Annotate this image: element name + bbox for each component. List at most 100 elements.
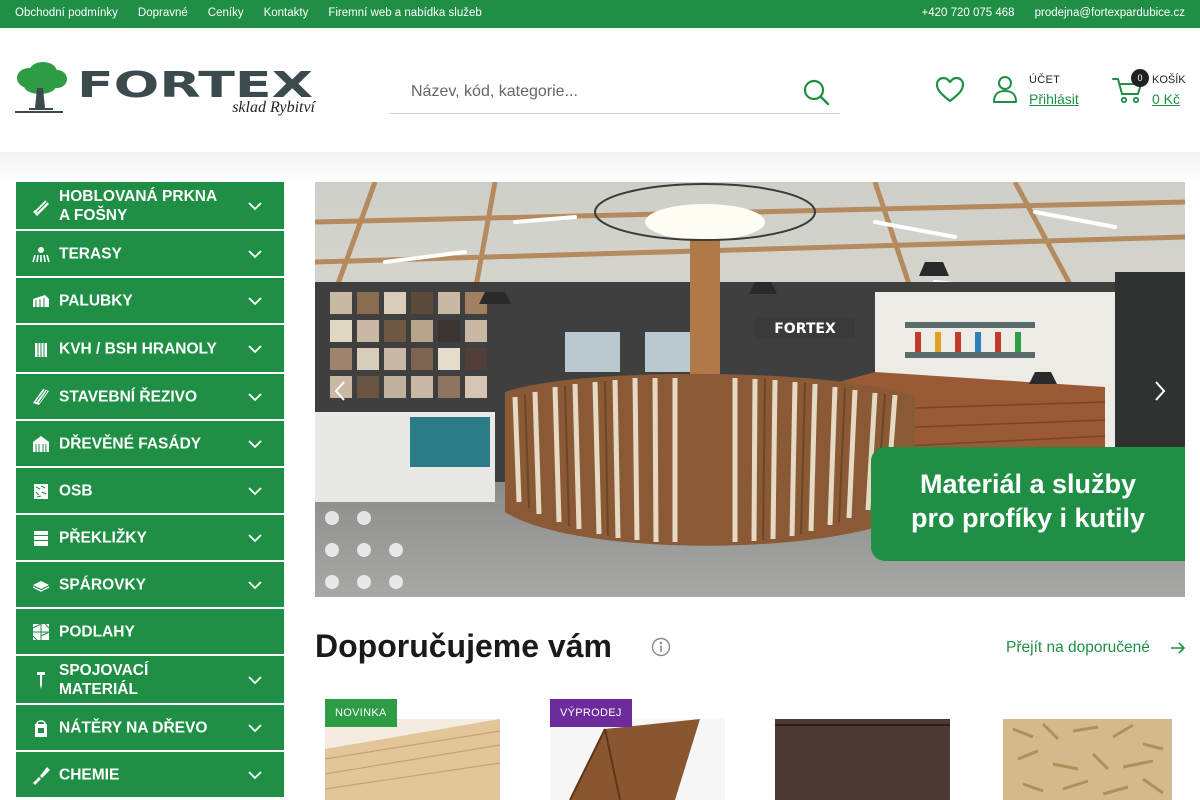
category-label: PALUBKY <box>59 292 133 309</box>
beams-icon <box>35 342 47 357</box>
screw-icon <box>37 671 45 689</box>
category-sidebar: HOBLOVANÁ PRKNA A FOŠNY TERASY PALUBKY K… <box>16 182 284 799</box>
boards-icon <box>33 294 49 307</box>
chevron-down-icon[interactable] <box>248 579 262 591</box>
terrace-icon <box>32 246 50 262</box>
category-item-floors[interactable]: PODLAHY <box>16 609 284 656</box>
product-image <box>775 719 950 800</box>
cart[interactable]: 0 KOŠÍK 0 Kč <box>1112 68 1192 112</box>
facade-icon <box>33 435 49 452</box>
heart-icon[interactable] <box>935 75 965 105</box>
product-image <box>325 719 500 800</box>
category-item-fasteners[interactable]: SPOJOVACÍ MATERIÁL <box>16 656 284 705</box>
product-card[interactable] <box>325 719 500 800</box>
slider-dot[interactable] <box>357 575 371 589</box>
slider-dot[interactable] <box>325 575 339 589</box>
chevron-down-icon[interactable] <box>248 532 262 544</box>
category-item-lumber[interactable]: STAVEBNÍ ŘEZIVO <box>16 374 284 421</box>
top-bar: Obchodní podmínky Dopravné Ceníky Kontak… <box>0 0 1200 28</box>
search-icon[interactable] <box>802 78 830 106</box>
category-item-paneling[interactable]: PALUBKY <box>16 278 284 325</box>
slider-dot[interactable] <box>325 511 339 525</box>
svg-text:FORTEX: FORTEX <box>774 321 836 337</box>
glued-board-icon <box>32 580 50 592</box>
recommended-link[interactable]: Přejít na doporučené <box>1006 639 1150 657</box>
top-link-pricelists[interactable]: Ceníky <box>208 7 244 19</box>
next-slide-icon[interactable] <box>1152 380 1168 402</box>
category-item-facades[interactable]: DŘEVĚNÉ FASÁDY <box>16 421 284 468</box>
category-label: TERASY <box>59 245 122 262</box>
account[interactable]: ÚČET Přihlásit <box>992 72 1092 112</box>
chevron-down-icon[interactable] <box>248 722 262 734</box>
chevron-down-icon[interactable] <box>248 248 262 260</box>
category-item-terraces[interactable]: TERASY <box>16 231 284 278</box>
prev-slide-icon[interactable] <box>332 380 348 402</box>
search-input[interactable] <box>390 72 780 112</box>
category-item-wood-coatings[interactable]: NÁTĚRY NA DŘEVO <box>16 705 284 752</box>
hero-badge-line1: Materiál a služby <box>919 469 1137 499</box>
top-link-shipping[interactable]: Dopravné <box>138 7 188 19</box>
hero-banner[interactable]: FORTEX Materiál a služby pro profíky i k… <box>315 182 1185 597</box>
product-card[interactable] <box>775 719 950 800</box>
chevron-down-icon[interactable] <box>248 343 262 355</box>
arrow-right-icon[interactable] <box>1170 641 1186 655</box>
hero-badge: Materiál a služby pro profíky i kutily <box>871 447 1185 561</box>
slider-dot[interactable] <box>389 575 403 589</box>
hero-badge-line2: pro profíky i kutily <box>910 503 1146 533</box>
category-item-glued-boards[interactable]: SPÁROVKY <box>16 562 284 609</box>
chevron-down-icon[interactable] <box>248 295 262 307</box>
category-label: OSB <box>59 482 93 499</box>
chevron-down-icon[interactable] <box>248 769 262 781</box>
product-image <box>550 719 725 800</box>
category-label: PŘEKLIŽKY <box>59 529 147 546</box>
category-label: KVH / BSH HRANOLY <box>59 340 217 357</box>
chevron-down-icon[interactable] <box>248 200 262 212</box>
slider-dot[interactable] <box>325 543 339 557</box>
top-links: Obchodní podmínky Dopravné Ceníky Kontak… <box>15 7 482 19</box>
slider-dot[interactable] <box>357 511 371 525</box>
header: FORTEX sklad Rybitví ÚČET Přihlásit 0 KO… <box>0 28 1200 152</box>
info-icon[interactable] <box>651 637 671 657</box>
login-link[interactable]: Přihlásit <box>1029 91 1079 107</box>
cart-label: KOŠÍK <box>1152 74 1186 86</box>
tag-sale: VÝPRODEJ <box>550 699 632 727</box>
logo-subtitle: sklad Rybitví <box>232 99 315 116</box>
planks-icon <box>33 199 49 216</box>
user-icon <box>993 76 1017 103</box>
lumber-icon <box>33 388 49 405</box>
account-label: ÚČET <box>1029 74 1061 86</box>
category-item-chemicals[interactable]: CHEMIE <box>16 752 284 799</box>
product-card[interactable] <box>550 719 725 800</box>
chevron-down-icon[interactable] <box>248 391 262 403</box>
product-image <box>1003 719 1172 800</box>
product-card[interactable] <box>1003 719 1172 800</box>
paint-can-icon <box>35 719 47 737</box>
slider-dot[interactable] <box>389 543 403 557</box>
cart-total: 0 Kč <box>1152 91 1181 107</box>
recommended-title: Doporučujeme vám <box>315 628 612 664</box>
plywood-icon <box>34 530 48 546</box>
category-item-plywood[interactable]: PŘEKLIŽKY <box>16 515 284 562</box>
category-item-planks[interactable]: HOBLOVANÁ PRKNA A FOŠNY <box>16 182 284 231</box>
category-label: SPÁROVKY <box>59 576 146 593</box>
tag-new: NOVINKA <box>325 699 397 727</box>
phone-link[interactable]: +420 720 075 468 <box>922 7 1015 19</box>
top-link-contacts[interactable]: Kontakty <box>264 7 309 19</box>
email-link[interactable]: prodejna@fortexpardubice.cz <box>1035 7 1185 19</box>
category-label: DŘEVĚNÉ FASÁDY <box>59 435 202 452</box>
top-link-company-web[interactable]: Firemní web a nabídka služeb <box>328 7 481 19</box>
top-link-terms[interactable]: Obchodní podmínky <box>15 7 118 19</box>
chevron-down-icon[interactable] <box>248 674 262 686</box>
chevron-down-icon[interactable] <box>248 438 262 450</box>
brush-icon <box>33 766 50 785</box>
category-label: PODLAHY <box>59 623 135 640</box>
search-bar <box>390 72 840 114</box>
header-shadow <box>0 152 1200 182</box>
category-item-beams[interactable]: KVH / BSH HRANOLY <box>16 325 284 374</box>
logo[interactable]: FORTEX sklad Rybitví <box>15 62 315 118</box>
osb-icon <box>34 483 48 499</box>
chevron-down-icon[interactable] <box>248 485 262 497</box>
category-label: STAVEBNÍ ŘEZIVO <box>59 388 198 405</box>
category-item-osb[interactable]: OSB <box>16 468 284 515</box>
slider-dot[interactable] <box>357 543 371 557</box>
